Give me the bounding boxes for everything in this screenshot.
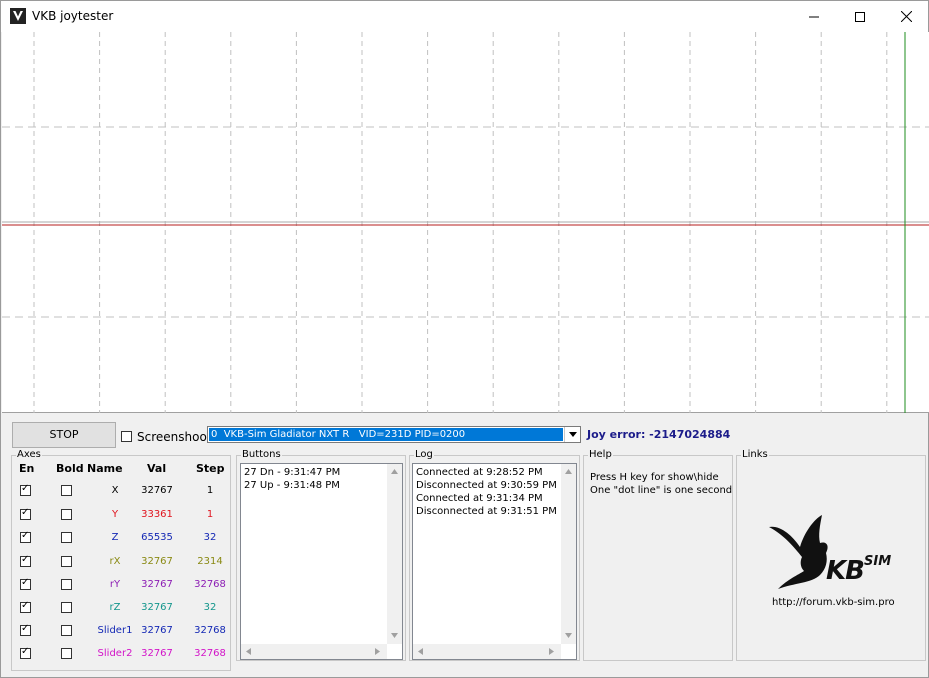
maximize-icon — [855, 11, 865, 22]
axis-enable-checkbox[interactable] — [20, 483, 31, 496]
vkb-app-icon — [10, 8, 26, 24]
joy-error-text: Joy error: -2147024884 — [587, 428, 731, 441]
horizontal-scrollbar[interactable] — [413, 644, 561, 659]
title-bar: VKB joytester — [1, 1, 928, 32]
stop-button[interactable]: STOP — [12, 422, 116, 448]
close-button[interactable] — [883, 1, 929, 32]
axis-step: 32 — [203, 532, 217, 543]
col-header-en: En — [19, 462, 35, 475]
axis-step: 32768 — [194, 579, 226, 590]
axis-enable-checkbox[interactable] — [20, 623, 31, 636]
col-header-val: Val — [147, 462, 167, 475]
axis-bold-checkbox[interactable] — [61, 625, 72, 636]
vkbsim-logo[interactable]: KB SIM — [766, 513, 896, 594]
close-icon — [900, 11, 912, 22]
axis-value: 32767 — [141, 602, 173, 613]
device-dropdown[interactable]: 0 VKB-Sim Gladiator NXT R VID=231D PID=0… — [207, 426, 581, 443]
chevron-down-icon — [568, 432, 577, 437]
axis-bold-checkbox[interactable] — [61, 579, 72, 590]
log-listbox[interactable]: Connected at 9:28:52 PM Disconnected at … — [412, 463, 577, 660]
list-item: Connected at 9:28:52 PM — [416, 467, 543, 478]
vertical-scrollbar[interactable] — [561, 464, 576, 644]
axis-bold-checkbox[interactable] — [61, 509, 72, 520]
axis-step: 32768 — [194, 648, 226, 659]
axis-value: 32767 — [141, 485, 173, 496]
axis-bold-checkbox[interactable] — [61, 602, 72, 613]
axis-enable-checkbox[interactable] — [20, 577, 31, 590]
list-item: 27 Up - 9:31:48 PM — [244, 480, 340, 491]
buttons-group-title: Buttons — [241, 449, 282, 461]
axis-value: 32767 — [141, 625, 173, 636]
axis-step: 32768 — [194, 625, 226, 636]
list-item: Disconnected at 9:30:59 PM — [416, 480, 557, 491]
axis-bold-checkbox[interactable] — [61, 532, 72, 543]
minimize-icon — [809, 16, 819, 17]
axis-step: 32 — [203, 602, 217, 613]
app-window: VKB joytester STOP Screenshoot 0 VKB-Sim… — [0, 0, 929, 678]
axis-enable-checkbox[interactable] — [20, 530, 31, 543]
axis-enable-checkbox[interactable] — [20, 554, 31, 567]
svg-text:KB: KB — [826, 556, 864, 586]
dropdown-arrow-button[interactable] — [564, 427, 580, 442]
buttons-listbox[interactable]: 27 Dn - 9:31:47 PM 27 Up - 9:31:48 PM — [240, 463, 403, 660]
window-title: VKB joytester — [32, 9, 114, 23]
screenshot-label: Screenshoot — [137, 430, 212, 444]
axis-enable-checkbox[interactable] — [20, 646, 31, 659]
list-item: 27 Dn - 9:31:47 PM — [244, 467, 341, 478]
device-selected-value: 0 VKB-Sim Gladiator NXT R VID=231D PID=0… — [209, 428, 563, 441]
svg-text:SIM: SIM — [864, 554, 891, 569]
axis-step: 1 — [206, 485, 214, 496]
help-group-title: Help — [588, 449, 613, 461]
forum-link[interactable]: http://forum.vkb-sim.pro — [772, 597, 895, 608]
list-item: Connected at 9:31:34 PM — [416, 493, 543, 504]
horizontal-scrollbar[interactable] — [241, 644, 387, 659]
axis-value: 65535 — [141, 532, 173, 543]
screenshot-checkbox[interactable] — [121, 431, 132, 442]
links-group-title: Links — [741, 449, 769, 461]
axis-step: 2314 — [197, 556, 223, 567]
axis-step: 1 — [206, 509, 214, 520]
log-group-title: Log — [414, 449, 434, 461]
help-line: Press H key for show\hide — [590, 472, 719, 483]
list-item: Disconnected at 9:31:51 PM — [416, 506, 557, 517]
col-header-bold: Bold — [56, 462, 84, 475]
axes-plot — [2, 32, 929, 413]
help-line: One "dot line" is one second — [590, 485, 733, 496]
col-header-step: Step — [196, 462, 225, 475]
axis-value: 33361 — [141, 509, 173, 520]
axis-bold-checkbox[interactable] — [61, 556, 72, 567]
axes-group-title: Axes — [16, 449, 42, 461]
axis-bold-checkbox[interactable] — [61, 485, 72, 496]
axis-bold-checkbox[interactable] — [61, 648, 72, 659]
vertical-scrollbar[interactable] — [387, 464, 402, 644]
axis-value: 32767 — [141, 648, 173, 659]
axis-value: 32767 — [141, 556, 173, 567]
axis-enable-checkbox[interactable] — [20, 600, 31, 613]
plot-canvas — [2, 32, 929, 413]
axis-value: 32767 — [141, 579, 173, 590]
col-header-name: Name — [87, 462, 123, 475]
minimize-button[interactable] — [791, 1, 837, 32]
axis-enable-checkbox[interactable] — [20, 507, 31, 520]
maximize-button[interactable] — [837, 1, 883, 32]
